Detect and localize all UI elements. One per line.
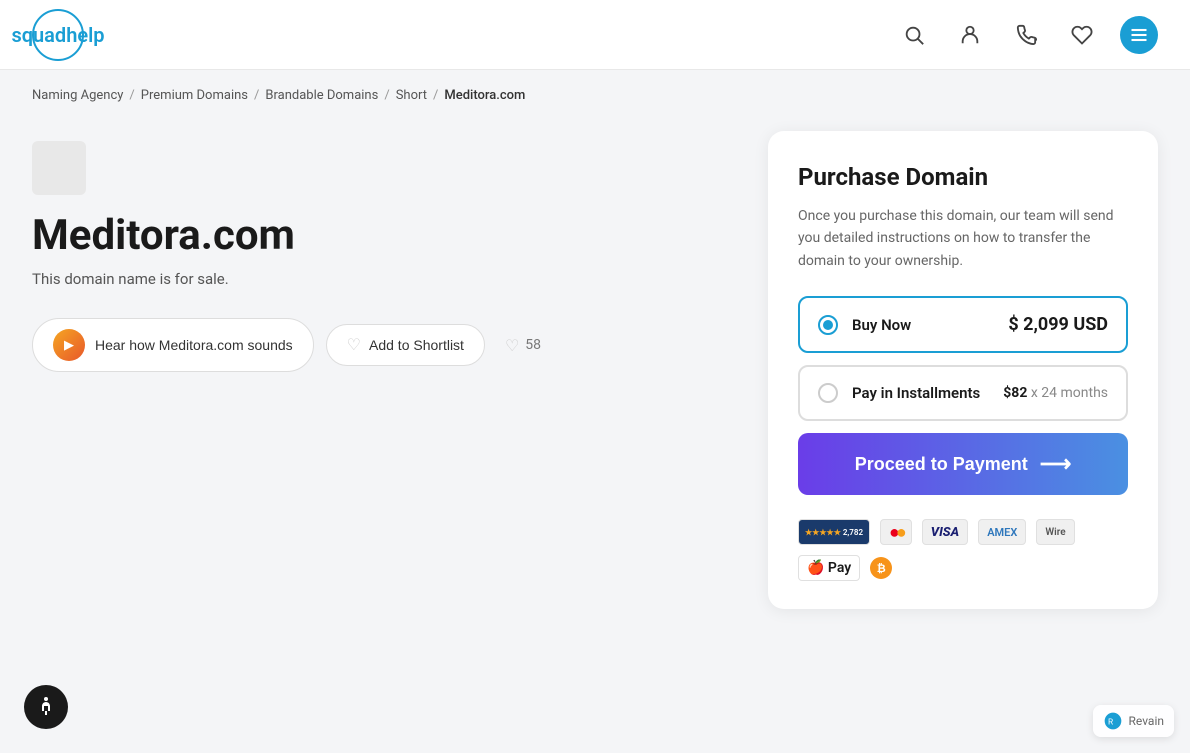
shortlist-button-label: Add to Shortlist (369, 337, 464, 353)
installments-option[interactable]: Pay in Installments $82 x 24 months (798, 365, 1128, 421)
breadcrumb-sep-2: / (254, 88, 259, 103)
installments-label: Pay in Installments (852, 384, 989, 402)
arrow-icon: ⟶ (1040, 451, 1072, 477)
visa-icon: VISA (922, 519, 968, 545)
breadcrumb: Naming Agency / Premium Domains / Branda… (0, 70, 1190, 121)
wire-icon: Wire (1036, 519, 1074, 545)
verified-icon: ★★★★★ 2,782 (798, 519, 870, 545)
buy-now-price: $ 2,099 USD (1008, 314, 1108, 335)
logo[interactable]: squadhelp (32, 9, 84, 61)
hear-button-label: Hear how Meditora.com sounds (95, 337, 293, 353)
right-panel: Purchase Domain Once you purchase this d… (768, 131, 1158, 609)
revain-badge: R Revain (1093, 705, 1174, 737)
purchase-card: Purchase Domain Once you purchase this d… (768, 131, 1158, 609)
breadcrumb-current: Meditora.com (444, 88, 525, 103)
header-icons (896, 16, 1158, 54)
domain-title: Meditora.com (32, 211, 728, 260)
breadcrumb-sep-1: / (129, 88, 134, 103)
payment-icons: ★★★★★ 2,782 ●● VISA AMEX Wire 🍎 Pay ₿ (798, 519, 1128, 581)
proceed-to-payment-button[interactable]: Proceed to Payment ⟶ (798, 433, 1128, 495)
search-icon[interactable] (896, 17, 932, 53)
heart-icon[interactable] (1064, 17, 1100, 53)
main-content: Meditora.com This domain name is for sal… (0, 121, 1190, 649)
buy-now-option[interactable]: Buy Now $ 2,099 USD (798, 296, 1128, 353)
breadcrumb-naming-agency[interactable]: Naming Agency (32, 88, 123, 103)
mastercard-icon: ●● (880, 519, 912, 545)
revain-label: Revain (1129, 714, 1164, 728)
header: squadhelp (0, 0, 1190, 70)
domain-subtitle: This domain name is for sale. (32, 270, 728, 288)
hear-domain-button[interactable]: ▶ Hear how Meditora.com sounds (32, 318, 314, 372)
logo-text: squadhelp (11, 23, 104, 47)
bitcoin-icon: ₿ (870, 557, 892, 579)
breadcrumb-sep-4: / (433, 88, 438, 103)
user-icon[interactable] (952, 17, 988, 53)
installments-price: $82 x 24 months (1003, 385, 1108, 401)
action-buttons: ▶ Hear how Meditora.com sounds ♡ Add to … (32, 318, 728, 372)
likes-heart-icon: ♡ (505, 336, 519, 355)
amex-icon: AMEX (978, 519, 1026, 545)
shortlist-heart-icon: ♡ (347, 335, 361, 355)
add-to-shortlist-button[interactable]: ♡ Add to Shortlist (326, 324, 485, 366)
svg-text:R: R (1108, 717, 1113, 727)
phone-icon[interactable] (1008, 17, 1044, 53)
domain-icon (32, 141, 86, 195)
breadcrumb-short[interactable]: Short (396, 88, 427, 103)
breadcrumb-premium-domains[interactable]: Premium Domains (141, 88, 248, 103)
menu-icon[interactable] (1120, 16, 1158, 54)
breadcrumb-brandable-domains[interactable]: Brandable Domains (265, 88, 378, 103)
purchase-title: Purchase Domain (798, 163, 1128, 191)
proceed-button-label: Proceed to Payment (855, 454, 1028, 475)
breadcrumb-sep-3: / (384, 88, 389, 103)
likes-count: ♡ 58 (497, 326, 549, 365)
accessibility-button[interactable] (24, 685, 68, 729)
buy-now-radio (818, 315, 838, 335)
play-icon: ▶ (53, 329, 85, 361)
purchase-description: Once you purchase this domain, our team … (798, 205, 1128, 272)
installments-radio (818, 383, 838, 403)
likes-number: 58 (525, 337, 541, 353)
buy-now-label: Buy Now (852, 316, 994, 334)
apple-pay-icon: 🍎 Pay (798, 555, 860, 581)
left-panel: Meditora.com This domain name is for sal… (32, 121, 728, 609)
